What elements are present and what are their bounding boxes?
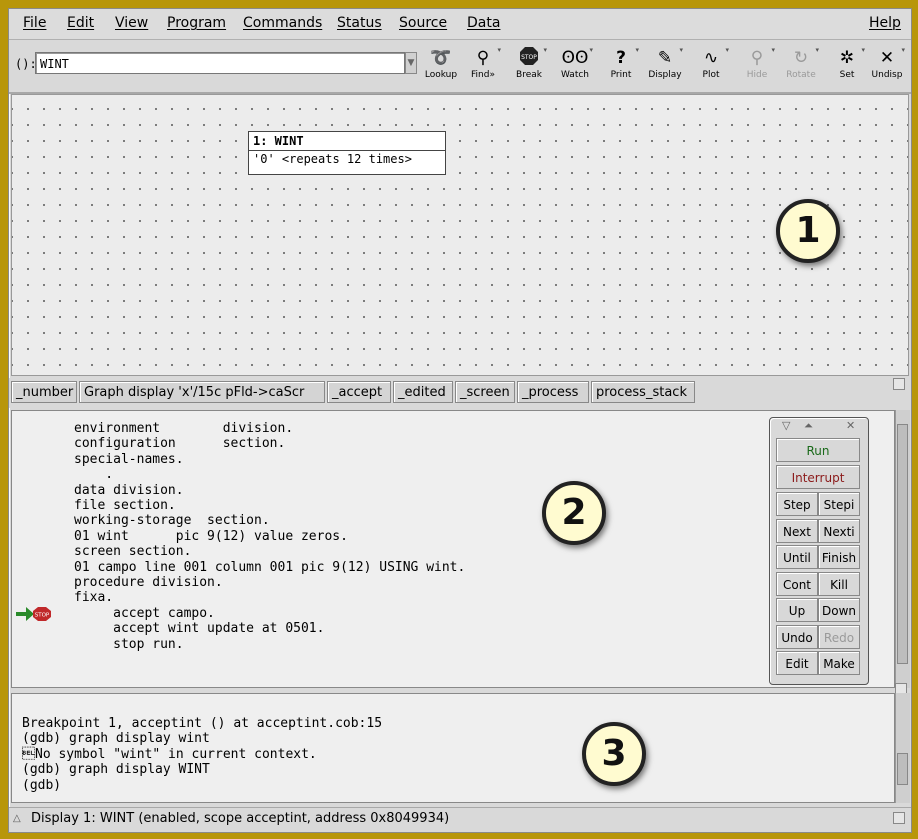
cont-button[interactable]: Cont xyxy=(776,572,818,596)
lookup-icon: ➰ xyxy=(430,48,452,68)
source-scrollbar[interactable] xyxy=(895,410,910,688)
watch-button[interactable]: ▾ ʘʘ Watch xyxy=(555,46,595,88)
status-history-icon[interactable]: △ xyxy=(13,808,21,830)
menu-commands[interactable]: Commands xyxy=(243,15,322,31)
pane-sash[interactable] xyxy=(893,812,905,824)
set-label: Set xyxy=(839,70,855,80)
source-code: environment division. configuration sect… xyxy=(74,421,466,652)
graph-node-title: 1: WINT xyxy=(249,132,445,151)
chevron-down-icon[interactable]: ▽ xyxy=(782,419,790,432)
nexti-button[interactable]: Nexti xyxy=(818,519,860,543)
console-output: Breakpoint 1, acceptint () at acceptint.… xyxy=(22,716,383,793)
rotate-label: Rotate xyxy=(786,70,816,80)
svg-text:STOP: STOP xyxy=(35,613,50,619)
ddd-window: File Edit View Program Commands Status S… xyxy=(8,8,912,833)
menu-status[interactable]: Status xyxy=(337,15,382,31)
menu-bar: File Edit View Program Commands Status S… xyxy=(9,9,911,40)
display-tab[interactable]: _number xyxy=(11,381,77,403)
command-tool: ▽ ⏶ ✕ Run Interrupt Step Stepi Next Next… xyxy=(769,417,869,685)
argument-input[interactable]: WINT xyxy=(35,52,405,74)
display-button[interactable]: ▾ ✎ Display xyxy=(645,46,685,88)
menu-file[interactable]: File xyxy=(23,15,46,31)
console-scroll-thumb[interactable] xyxy=(897,753,908,785)
display-tab[interactable]: _edited xyxy=(393,381,453,403)
display-tabs: _number Graph display 'x'/15c pFld->caSc… xyxy=(9,378,911,408)
chevron-up-icon[interactable]: ⏶ xyxy=(804,419,813,433)
source-window[interactable]: environment division. configuration sect… xyxy=(11,410,895,688)
plot-button[interactable]: ▾ ∿ Plot xyxy=(691,46,731,88)
status-bar: △ Display 1: WINT (enabled, scope accept… xyxy=(9,807,911,832)
break-button[interactable]: ▾ STOP Break xyxy=(509,46,549,88)
break-label: Break xyxy=(516,70,542,80)
find-button[interactable]: ▾ ⚲ Find» xyxy=(463,46,503,88)
menu-program[interactable]: Program xyxy=(167,15,226,31)
data-graph-window[interactable]: 1: WINT '0' <repeats 12 times> 1 xyxy=(11,94,909,376)
lookup-label: Lookup xyxy=(424,70,458,80)
undisp-button[interactable]: ▾ ✕ Undisp xyxy=(867,46,907,88)
step-button[interactable]: Step xyxy=(776,492,818,516)
close-icon[interactable]: ✕ xyxy=(846,419,855,432)
run-button[interactable]: Run xyxy=(776,438,860,462)
plot-label: Plot xyxy=(702,70,720,80)
argument-history-dropdown[interactable]: ▼ xyxy=(405,52,417,74)
command-tool-header: ▽ ⏶ ✕ xyxy=(770,418,866,434)
status-text: Display 1: WINT (enabled, scope acceptin… xyxy=(31,811,450,826)
finish-button[interactable]: Finish xyxy=(818,545,860,569)
watch-label: Watch xyxy=(560,70,590,80)
up-button[interactable]: Up xyxy=(776,598,818,622)
set-button[interactable]: ▾ ✲ Set xyxy=(827,46,867,88)
annotation-badge-2: 2 xyxy=(542,481,606,545)
kill-button[interactable]: Kill xyxy=(818,572,860,596)
menu-source[interactable]: Source xyxy=(399,15,447,31)
display-tab[interactable]: _accept xyxy=(327,381,391,403)
make-button[interactable]: Make xyxy=(818,651,860,675)
gdb-console[interactable]: Breakpoint 1, acceptint () at acceptint.… xyxy=(11,693,895,803)
menu-view[interactable]: View xyxy=(115,15,148,31)
next-button[interactable]: Next xyxy=(776,519,818,543)
svg-text:STOP: STOP xyxy=(521,54,537,61)
until-button[interactable]: Until xyxy=(776,545,818,569)
redo-button[interactable]: Redo xyxy=(818,625,860,649)
menu-help[interactable]: Help xyxy=(869,15,901,31)
lookup-button[interactable]: ➰ Lookup xyxy=(421,46,461,88)
menu-edit[interactable]: Edit xyxy=(67,15,94,31)
rotate-button[interactable]: ▾ ↻ Rotate xyxy=(781,46,821,88)
source-scroll-thumb[interactable] xyxy=(897,424,908,664)
display-tab[interactable]: _process xyxy=(517,381,589,403)
display-tab[interactable]: _screen xyxy=(455,381,515,403)
graph-node-value: '0' <repeats 12 times> xyxy=(253,152,412,166)
undo-button[interactable]: Undo xyxy=(776,625,818,649)
stepi-button[interactable]: Stepi xyxy=(818,492,860,516)
print-label: Print xyxy=(610,70,632,80)
breakpoint-stop-icon[interactable]: STOP xyxy=(16,605,60,623)
down-button[interactable]: Down xyxy=(818,598,860,622)
interrupt-button[interactable]: Interrupt xyxy=(776,465,860,489)
hide-label: Hide xyxy=(746,70,768,80)
menu-data[interactable]: Data xyxy=(467,15,500,31)
display-tab[interactable]: Graph display 'x'/15c pFld->caScr xyxy=(79,381,325,403)
argument-label: (): xyxy=(15,57,37,71)
annotation-badge-3: 3 xyxy=(582,722,646,786)
graph-display-node[interactable]: 1: WINT '0' <repeats 12 times> xyxy=(248,131,446,175)
toolbar: (): WINT ▼ ➰ Lookup ▾ ⚲ Find» ▾ STOP Bre… xyxy=(9,40,911,94)
console-scrollbar[interactable] xyxy=(895,693,910,803)
annotation-badge-1: 1 xyxy=(776,199,840,263)
edit-button[interactable]: Edit xyxy=(776,651,818,675)
undisp-label: Undisp xyxy=(871,70,903,80)
display-tab[interactable]: process_stack xyxy=(591,381,695,403)
find-label: Find» xyxy=(471,70,495,80)
print-button[interactable]: ▾ ? Print xyxy=(601,46,641,88)
pane-sash[interactable] xyxy=(893,378,905,390)
display-label: Display xyxy=(648,70,682,80)
hide-button[interactable]: ▾ ⚲ Hide xyxy=(737,46,777,88)
